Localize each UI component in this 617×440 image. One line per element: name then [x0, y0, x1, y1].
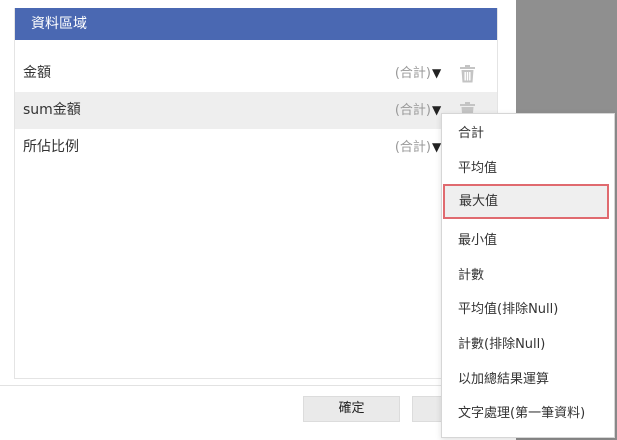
menu-item-count[interactable]: 計數	[442, 258, 614, 293]
footer-divider	[0, 385, 516, 386]
field-row[interactable]: 金額 (合計) ▼	[15, 55, 497, 92]
caret-down-icon[interactable]: ▼	[432, 55, 441, 92]
field-name: sum金額	[23, 102, 81, 118]
data-area-panel: 資料區域 金額 (合計) ▼ sum金額 (合計) ▼ 所佔比例 (合計) ▼	[14, 8, 498, 379]
dialog: 資料區域 金額 (合計) ▼ sum金額 (合計) ▼ 所佔比例 (合計) ▼ …	[0, 0, 516, 440]
field-name: 金額	[23, 65, 51, 81]
field-aggregation: (合計)	[394, 140, 431, 155]
ok-button[interactable]: 確定	[303, 396, 400, 422]
menu-item-text-first-record[interactable]: 文字處理(第一筆資料)	[442, 396, 614, 431]
caret-down-icon[interactable]: ▼	[432, 92, 441, 129]
field-row[interactable]: 所佔比例 (合計) ▼	[15, 129, 497, 166]
field-row[interactable]: sum金額 (合計) ▼	[15, 92, 497, 129]
field-aggregation: (合計)	[394, 66, 431, 81]
menu-item-sum[interactable]: 合計	[442, 116, 614, 151]
menu-item-average[interactable]: 平均值	[442, 151, 614, 186]
menu-item-min[interactable]: 最小值	[442, 223, 614, 258]
field-aggregation: (合計)	[394, 103, 431, 118]
menu-item-max[interactable]: 最大值	[443, 184, 609, 219]
trash-icon[interactable]	[459, 65, 476, 83]
menu-item-count-exclude-null[interactable]: 計數(排除Null)	[442, 327, 614, 362]
menu-item-average-exclude-null[interactable]: 平均值(排除Null)	[442, 292, 614, 327]
field-name: 所佔比例	[23, 139, 79, 155]
menu-item-use-sum-result[interactable]: 以加總結果運算	[442, 362, 614, 397]
aggregation-dropdown-menu: 合計 平均值 最大值 最小值 計數 平均值(排除Null) 計數(排除Null)…	[441, 113, 615, 438]
panel-title: 資料區域	[15, 8, 497, 40]
caret-down-icon[interactable]: ▼	[432, 129, 441, 166]
